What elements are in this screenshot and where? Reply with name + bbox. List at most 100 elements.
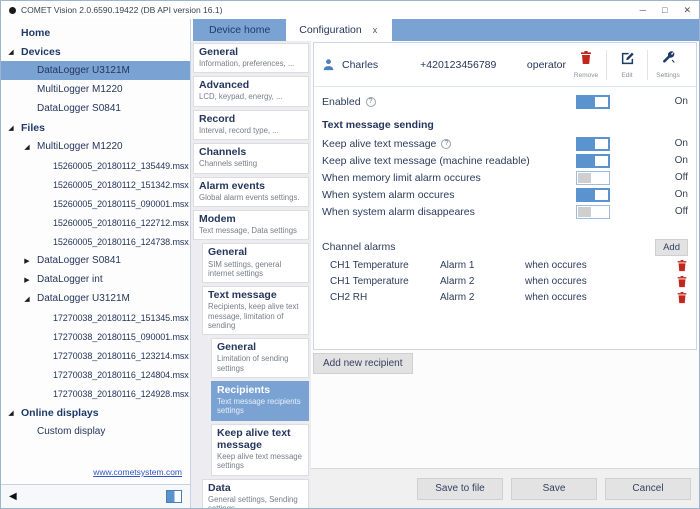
tree-item[interactable]: 17270038_20180115_090001.msx [1, 327, 190, 346]
help-icon[interactable]: ? [441, 139, 451, 149]
maximize-button[interactable]: □ [662, 6, 667, 15]
nav-item[interactable]: Modem Text message, Data settings [193, 210, 309, 240]
tree-item[interactable]: DataLogger S0841 [1, 99, 190, 118]
nav-item[interactable]: Keep alive text message Keep alive text … [211, 424, 309, 476]
nav-item[interactable]: Recipients Text message recipients setti… [211, 381, 309, 421]
tree-item[interactable]: Home [1, 23, 190, 42]
tab-configuration-label: Configuration [299, 24, 361, 36]
nav-item[interactable]: Text message Recipients, keep alive text… [202, 286, 309, 335]
tree-item[interactable]: Custom display [1, 422, 190, 441]
cancel-button[interactable]: Cancel [605, 478, 691, 500]
tab-configuration[interactable]: Configuration x [286, 19, 390, 41]
tree-item[interactable]: ▶ DataLogger S0841 [1, 251, 190, 270]
nav-item-title: General [199, 46, 303, 58]
delete-alarm-trash-icon[interactable] [676, 259, 688, 272]
nav-item[interactable]: General Limitation of sending settings [211, 338, 309, 378]
tree-item[interactable]: ◢ MultiLogger M1220 [1, 137, 190, 156]
website-link[interactable]: www.cometsystem.com [93, 467, 182, 477]
nav-item-description: Limitation of sending settings [217, 354, 303, 373]
save-to-file-button[interactable]: Save to file [417, 478, 503, 500]
tree-item[interactable]: DataLogger U3121M [1, 61, 190, 80]
tree-item-label: 15260005_20180116_124738.msx [53, 237, 189, 247]
tree-item-label: MultiLogger M1220 [37, 141, 123, 152]
delete-alarm-trash-icon[interactable] [676, 275, 688, 288]
tree-item-label: 15260005_20180115_090001.msx [53, 199, 189, 209]
title-bar: COMET Vision 2.0.6590.19422 (DB API vers… [1, 1, 699, 19]
footer-button-bar: Save to file Save Cancel [311, 468, 699, 508]
remove-recipient-button[interactable]: Remove [566, 47, 606, 83]
tree-arrow-icon: ◢ [5, 124, 17, 132]
recipient-header: Charles +420123456789 operator Remove [314, 43, 696, 87]
nav-item[interactable]: General SIM settings, general internet s… [202, 243, 309, 283]
tree-arrow-icon: ◢ [5, 48, 17, 56]
tree-item[interactable]: 17270038_20180112_151345.msx [1, 308, 190, 327]
tree-item[interactable]: 15260005_20180116_122712.msx [1, 213, 190, 232]
tree-item-label: Online displays [21, 407, 99, 419]
tree-arrow-icon: ▶ [21, 257, 33, 265]
tree-item-label: Custom display [37, 426, 105, 437]
nav-item[interactable]: Channels Channels setting [193, 143, 309, 173]
minimize-button[interactable]: ─ [640, 6, 646, 15]
nav-item[interactable]: Alarm events Global alarm events setting… [193, 177, 309, 207]
tree-item[interactable]: ▶ DataLogger int [1, 270, 190, 289]
tree-item-label: 17270038_20180115_090001.msx [53, 332, 189, 342]
person-icon [322, 58, 335, 71]
tab-close-icon[interactable]: x [373, 25, 378, 35]
delete-alarm-trash-icon[interactable] [676, 291, 688, 304]
panel-layout-icon[interactable] [166, 490, 182, 503]
tree-item[interactable]: 17270038_20180116_124804.msx [1, 365, 190, 384]
add-new-recipient-button[interactable]: Add new recipient [313, 353, 413, 374]
toggle-switch[interactable] [576, 137, 610, 151]
toggle-switch[interactable] [576, 205, 610, 219]
tree-item[interactable]: MultiLogger M1220 [1, 80, 190, 99]
toggle-switch[interactable] [576, 188, 610, 202]
tree-item[interactable]: 15260005_20180112_151342.msx [1, 175, 190, 194]
tree-item[interactable]: ◢ DataLogger U3121M [1, 289, 190, 308]
nav-item-title: Keep alive text message [217, 427, 303, 451]
recipient-settings-body: Enabled ? On Text message sending Keep a… [314, 87, 696, 349]
toggle-knob [578, 207, 591, 217]
tree-item[interactable]: 15260005_20180116_124738.msx [1, 232, 190, 251]
tree-item-label: 17270038_20180116_124804.msx [53, 370, 189, 380]
close-button[interactable]: ✕ [683, 6, 691, 15]
toggle-switch[interactable] [576, 95, 610, 109]
nav-item[interactable]: Advanced LCD, keypad, energy, ... [193, 76, 309, 106]
tree-arrow-icon: ◢ [21, 143, 33, 151]
nav-item-description: Channels setting [199, 159, 303, 168]
recipient-settings-button[interactable]: Settings [648, 47, 688, 83]
tree-item[interactable]: ◢ Online displays [1, 403, 190, 422]
tree-item-label: Home [21, 27, 50, 39]
collapse-sidebar-icon[interactable]: ◀ [9, 492, 17, 502]
tab-device-home[interactable]: Device home [193, 19, 286, 41]
help-icon[interactable]: ? [366, 97, 376, 107]
setting-state: Off [610, 206, 688, 217]
edit-recipient-button[interactable]: Edit [607, 47, 647, 83]
tree-item[interactable]: 15260005_20180112_135449.msx [1, 156, 190, 175]
nav-item-description: LCD, keypad, energy, ... [199, 92, 303, 101]
save-button[interactable]: Save [511, 478, 597, 500]
app-icon [9, 7, 16, 14]
content-area: Charles +420123456789 operator Remove [311, 41, 699, 508]
tree-item[interactable]: 17270038_20180116_123214.msx [1, 346, 190, 365]
nav-item-title: Modem [199, 213, 303, 225]
tree-item[interactable]: 17270038_20180116_124928.msx [1, 384, 190, 403]
nav-item-description: Keep alive text message settings [217, 452, 303, 471]
toggle-switch[interactable] [576, 171, 610, 185]
tree-item[interactable]: 15260005_20180115_090001.msx [1, 194, 190, 213]
tree-item-label: 17270038_20180116_123214.msx [53, 351, 189, 361]
tree-arrow-icon: ▶ [21, 276, 33, 284]
setting-label: When memory limit alarm occures [322, 172, 576, 184]
nav-item[interactable]: Data General settings, Sending settings [202, 479, 309, 508]
nav-item[interactable]: Record Interval, record type, ... [193, 110, 309, 140]
action-label: Settings [656, 72, 680, 79]
nav-item[interactable]: General Information, preferences, ... [193, 43, 309, 73]
add-alarm-button[interactable]: Add [655, 239, 688, 256]
tree-item[interactable]: ◢ Files [1, 118, 190, 137]
action-label: Remove [574, 72, 598, 79]
toggle-switch[interactable] [576, 154, 610, 168]
setting-state: On [610, 155, 688, 166]
window-controls: ─ □ ✕ [640, 6, 691, 15]
tree-item[interactable]: ◢ Devices [1, 42, 190, 61]
tree-item-label: Devices [21, 46, 61, 58]
nav-item-title: Advanced [199, 79, 303, 91]
